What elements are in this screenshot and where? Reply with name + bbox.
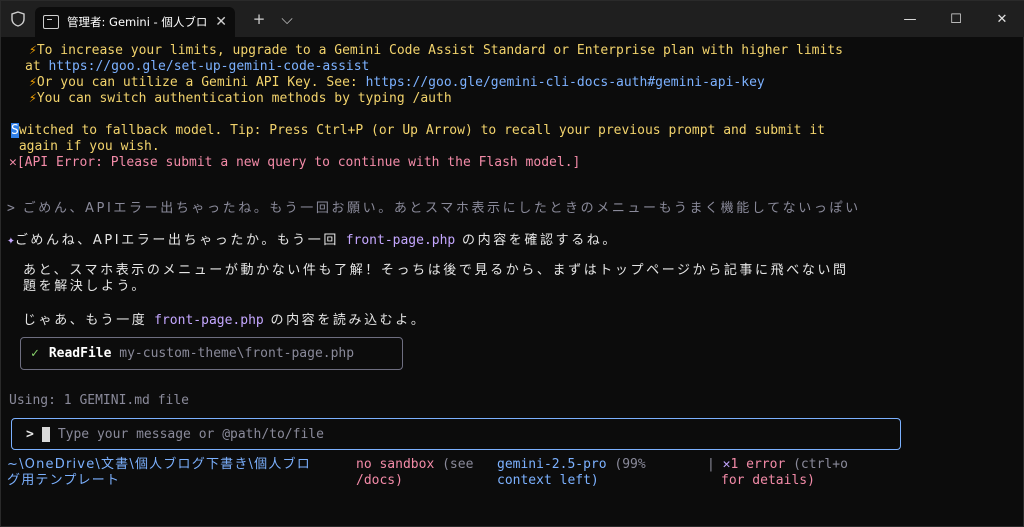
tab-dropdown-button[interactable]: ⌵ bbox=[273, 10, 301, 28]
tab-close-button[interactable]: ✕ bbox=[215, 14, 227, 30]
api-key-link[interactable]: https://goo.gle/gemini-cli-docs-auth#gem… bbox=[366, 75, 765, 90]
minimize-button[interactable]: — bbox=[887, 1, 933, 37]
input-prompt-marker: > bbox=[26, 426, 34, 442]
close-button[interactable]: ✕ bbox=[979, 1, 1024, 37]
sparkle-icon: ✦ bbox=[7, 233, 15, 248]
tab-title: 管理者: Gemini - 個人ブログ用テ bbox=[67, 15, 207, 29]
tool-path: my-custom-theme\front-page.php bbox=[119, 346, 355, 361]
window-controls: — ☐ ✕ bbox=[887, 1, 1024, 37]
lightning-icon: ⚡ bbox=[29, 43, 37, 58]
user-prompt-text: ごめん、APIエラー出ちゃったね。もう一回お願い。あとスマホ表示にしたときのメニ… bbox=[22, 201, 861, 216]
fallback-line-2: again if you wish. bbox=[11, 139, 160, 154]
lightning-icon: ⚡ bbox=[29, 75, 37, 90]
error-summary[interactable]: | ✕1 error (ctrl+o for details) bbox=[707, 457, 848, 489]
user-prompt-line: > ごめん、APIエラー出ちゃったね。もう一回お願い。あとスマホ表示にしたときの… bbox=[7, 201, 861, 216]
reply-line-1: ✦ごめんね、APIエラー出ちゃったか。もう一回 front-page.php の… bbox=[7, 233, 618, 248]
notice-line-3: ⚡You can switch authentication methods b… bbox=[29, 91, 452, 106]
sandbox-status: no sandbox (see/docs) bbox=[356, 457, 474, 488]
tool-call-box: ✓ ReadFile my-custom-theme\front-page.ph… bbox=[20, 337, 403, 370]
check-icon: ✓ bbox=[31, 346, 39, 361]
api-error-line: ✕[API Error: Please submit a new query t… bbox=[9, 155, 581, 170]
lightning-icon: ⚡ bbox=[29, 91, 37, 106]
model-name: gemini-2.5-pro bbox=[497, 457, 607, 472]
file-ref: front-page.php bbox=[154, 313, 264, 328]
shield-icon bbox=[1, 1, 35, 37]
context-files-status: Using: 1 GEMINI.md file bbox=[9, 393, 190, 408]
text-cursor bbox=[41, 426, 50, 442]
info-badge: S bbox=[11, 123, 19, 138]
terminal-window: 管理者: Gemini - 個人ブログ用テ ✕ + ⌵ — ☐ ✕ ⚡To in… bbox=[0, 0, 1024, 527]
reply-line-2b: 題を解決しよう。 bbox=[23, 279, 148, 294]
new-tab-button[interactable]: + bbox=[245, 10, 273, 28]
tab-gemini[interactable]: 管理者: Gemini - 個人ブログ用テ ✕ bbox=[35, 7, 235, 37]
model-status: gemini-2.5-pro (99% context left) bbox=[497, 457, 646, 488]
fallback-line-1: Switched to fallback model. Tip: Press C… bbox=[11, 123, 825, 138]
reply-line-3: じゃあ、もう一度 front-page.php の内容を読み込むよ。 bbox=[23, 313, 427, 328]
terminal-content: ⚡To increase your limits, upgrade to a G… bbox=[1, 37, 1024, 527]
reply-line-2a: あと、スマホ表示のメニューが動かない件も了解！そっちは後で見るから、まずはトップ… bbox=[23, 263, 849, 278]
notice-line-1: ⚡To increase your limits, upgrade to a G… bbox=[29, 43, 843, 58]
title-bar: 管理者: Gemini - 個人ブログ用テ ✕ + ⌵ — ☐ ✕ bbox=[1, 1, 1024, 37]
tool-name: ReadFile bbox=[48, 346, 112, 361]
input-placeholder: Type your message or @path/to/file bbox=[57, 426, 324, 442]
file-ref: front-page.php bbox=[345, 233, 456, 248]
upgrade-link[interactable]: https://goo.gle/set-up-gemini-code-assis… bbox=[48, 59, 369, 74]
notice-line-1-cont: at https://goo.gle/set-up-gemini-code-as… bbox=[25, 59, 370, 74]
cwd-path: ~\OneDrive\文書\個人ブログ下書き\個人ブロ グ用テンプレート bbox=[7, 457, 311, 488]
message-input[interactable]: > Type your message or @path/to/file bbox=[11, 418, 901, 450]
terminal-icon bbox=[43, 15, 59, 29]
error-x-icon: ✕ bbox=[9, 155, 17, 170]
notice-line-2: ⚡Or you can utilize a Gemini API Key. Se… bbox=[29, 75, 765, 90]
maximize-button[interactable]: ☐ bbox=[933, 1, 979, 37]
